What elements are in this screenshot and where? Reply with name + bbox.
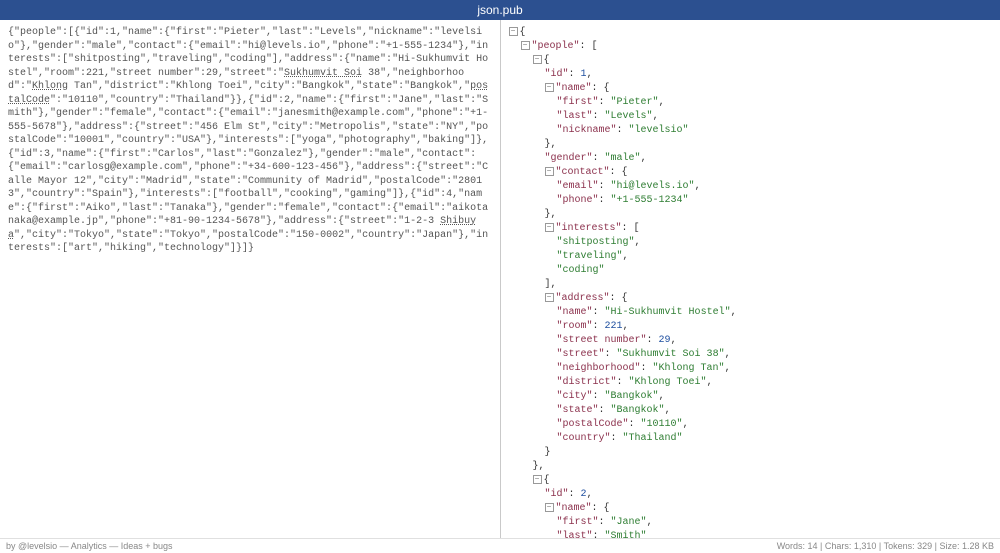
tree-line: "country": "Thailand" <box>509 432 993 446</box>
raw-json-text[interactable]: {"people":[{"id":1,"name":{"first":"Piet… <box>8 26 492 256</box>
tree-line: "room": 221, <box>509 320 993 334</box>
tree-line: "city": "Bangkok", <box>509 390 993 404</box>
tree-line: "postalCode": "10110", <box>509 418 993 432</box>
tree-line: }, <box>509 460 993 474</box>
tree-line: "state": "Bangkok", <box>509 404 993 418</box>
collapse-toggle[interactable]: − <box>545 293 554 302</box>
tree-line: "district": "Khlong Toei", <box>509 376 993 390</box>
collapse-toggle[interactable]: − <box>533 55 542 64</box>
tree-line: "street number": 29, <box>509 334 993 348</box>
tree-line: −{ <box>509 26 993 40</box>
status-bar: by @levelsio — Analytics — Ideas + bugs … <box>0 538 1000 553</box>
app-title: json.pub <box>477 3 522 17</box>
tree-line: −"address": { <box>509 292 993 306</box>
collapse-toggle[interactable]: − <box>545 167 554 176</box>
footer-stats: Words: 14 | Chars: 1,310 | Tokens: 329 |… <box>777 541 994 551</box>
collapse-toggle[interactable]: − <box>509 27 518 36</box>
footer-left: by @levelsio — Analytics — Ideas + bugs <box>6 541 173 551</box>
json-tree[interactable]: −{ −"people": [ −{ "id": 1, −"name": { "… <box>509 26 993 538</box>
tree-line: }, <box>509 138 993 152</box>
main-split: {"people":[{"id":1,"name":{"first":"Piet… <box>0 20 1000 538</box>
footer-link[interactable]: by @levelsio <box>6 541 57 551</box>
tree-line: "email": "hi@levels.io", <box>509 180 993 194</box>
tree-line: −"name": { <box>509 502 993 516</box>
tree-line: "last": "Levels", <box>509 110 993 124</box>
tree-line: −"name": { <box>509 82 993 96</box>
tree-line: } <box>509 446 993 460</box>
app-header: json.pub <box>0 0 1000 20</box>
tree-line: "first": "Pieter", <box>509 96 993 110</box>
tree-line: "id": 2, <box>509 488 993 502</box>
tree-line: }, <box>509 208 993 222</box>
tree-line: "shitposting", <box>509 236 993 250</box>
collapse-toggle[interactable]: − <box>533 475 542 484</box>
tree-line: "traveling", <box>509 250 993 264</box>
tree-line: −"contact": { <box>509 166 993 180</box>
tree-line: "coding" <box>509 264 993 278</box>
collapse-toggle[interactable]: − <box>545 503 554 512</box>
tree-line: "first": "Jane", <box>509 516 993 530</box>
tree-line: −{ <box>509 474 993 488</box>
raw-json-pane[interactable]: {"people":[{"id":1,"name":{"first":"Piet… <box>0 20 501 538</box>
tree-line: "nickname": "levelsio" <box>509 124 993 138</box>
tree-line: "name": "Hi-Sukhumvit Hostel", <box>509 306 993 320</box>
tree-line: "street": "Sukhumvit Soi 38", <box>509 348 993 362</box>
tree-line: "neighborhood": "Khlong Tan", <box>509 362 993 376</box>
tree-line: "id": 1, <box>509 68 993 82</box>
tree-line: ], <box>509 278 993 292</box>
tree-line: −"interests": [ <box>509 222 993 236</box>
tree-line: −"people": [ <box>509 40 993 54</box>
tree-line: "phone": "+1-555-1234" <box>509 194 993 208</box>
tree-line: "gender": "male", <box>509 152 993 166</box>
collapse-toggle[interactable]: − <box>521 41 530 50</box>
tree-line: −{ <box>509 54 993 68</box>
tree-line: "last": "Smith" <box>509 530 993 538</box>
footer-link[interactable]: Ideas + bugs <box>121 541 173 551</box>
tree-json-pane[interactable]: −{ −"people": [ −{ "id": 1, −"name": { "… <box>501 20 1000 538</box>
collapse-toggle[interactable]: − <box>545 83 554 92</box>
collapse-toggle[interactable]: − <box>545 223 554 232</box>
footer-link[interactable]: Analytics <box>71 541 107 551</box>
